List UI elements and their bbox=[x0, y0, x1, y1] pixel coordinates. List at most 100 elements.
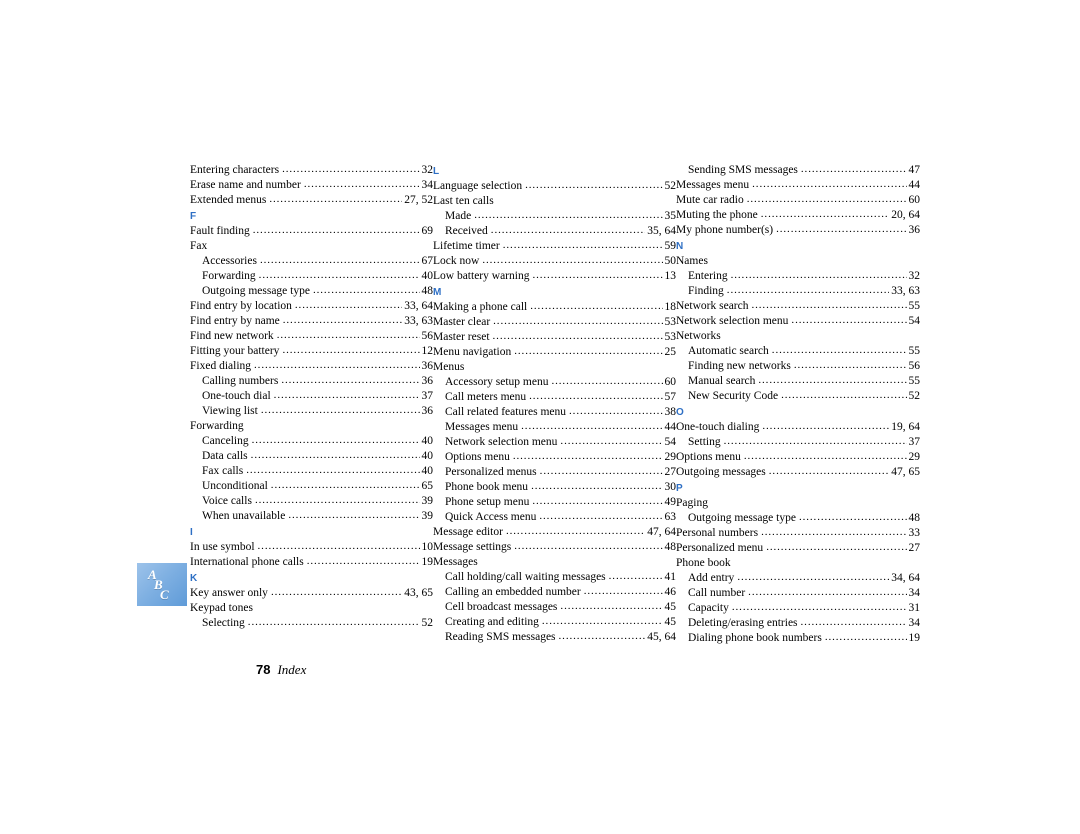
index-entry[interactable]: Call number.............................… bbox=[676, 586, 920, 601]
index-entry[interactable]: Menu navigation.........................… bbox=[433, 345, 676, 360]
index-entry[interactable]: Calling an embedded number..............… bbox=[433, 585, 676, 600]
index-entry[interactable]: Find entry by name......................… bbox=[190, 314, 433, 329]
index-entry[interactable]: Language selection......................… bbox=[433, 179, 676, 194]
index-entry[interactable]: Lifetime timer..........................… bbox=[433, 239, 676, 254]
index-entry[interactable]: Network selection menu..................… bbox=[676, 314, 920, 329]
index-entry-label: Call related features menu bbox=[445, 406, 567, 418]
index-group-label: Messages bbox=[433, 556, 478, 568]
index-entry-leader: ........................................… bbox=[723, 435, 907, 447]
index-entry-leader: ........................................… bbox=[551, 375, 662, 387]
index-entry[interactable]: Call related features menu..............… bbox=[433, 405, 676, 420]
index-entry[interactable]: Master reset............................… bbox=[433, 330, 676, 345]
index-entry[interactable]: Entering................................… bbox=[676, 269, 920, 284]
index-entry[interactable]: Forwarding..............................… bbox=[190, 269, 433, 284]
index-entry-page: 63 bbox=[664, 511, 677, 523]
index-entry[interactable]: One-touch dialing.......................… bbox=[676, 420, 920, 435]
index-entry[interactable]: Phone book menu.........................… bbox=[433, 480, 676, 495]
index-entry[interactable]: Low battery warning.....................… bbox=[433, 269, 676, 284]
index-entry-label: Cell broadcast messages bbox=[445, 601, 558, 613]
index-entry[interactable]: Fax calls...............................… bbox=[190, 464, 433, 479]
index-entry-leader: ........................................… bbox=[525, 179, 662, 191]
index-entry[interactable]: Fault finding...........................… bbox=[190, 224, 433, 239]
index-entry[interactable]: Message editor..........................… bbox=[433, 525, 676, 540]
index-entry[interactable]: Finding.................................… bbox=[676, 284, 920, 299]
page-footer: 78 Index bbox=[256, 662, 306, 678]
index-entry[interactable]: Accessory setup menu....................… bbox=[433, 375, 676, 390]
index-entry[interactable]: One-touch dial..........................… bbox=[190, 389, 433, 404]
index-entry[interactable]: Quick Access menu.......................… bbox=[433, 510, 676, 525]
index-entry-label: One-touch dial bbox=[202, 390, 271, 402]
index-entry[interactable]: Phone setup menu........................… bbox=[433, 495, 676, 510]
index-entry[interactable]: Automatic search........................… bbox=[676, 344, 920, 359]
index-entry[interactable]: Extended menus..........................… bbox=[190, 193, 433, 208]
index-entry[interactable]: Muting the phone........................… bbox=[676, 208, 920, 223]
index-entry[interactable]: Reading SMS messages....................… bbox=[433, 630, 676, 645]
index-entry[interactable]: Creating and editing....................… bbox=[433, 615, 676, 630]
index-entry-page: 54 bbox=[908, 315, 921, 327]
index-entry[interactable]: Capacity................................… bbox=[676, 601, 920, 616]
index-entry[interactable]: Sending SMS messages....................… bbox=[676, 163, 920, 178]
index-entry[interactable]: Voice calls.............................… bbox=[190, 494, 433, 509]
index-entry[interactable]: Personalized menu.......................… bbox=[676, 541, 920, 556]
index-entry[interactable]: Find entry by location..................… bbox=[190, 299, 433, 314]
index-entry[interactable]: Accessories.............................… bbox=[190, 254, 433, 269]
index-entry[interactable]: Options menu............................… bbox=[676, 450, 920, 465]
index-entry[interactable]: Messages menu...........................… bbox=[676, 178, 920, 193]
index-entry[interactable]: Key answer only.........................… bbox=[190, 586, 433, 601]
index-entry-label: One-touch dialing bbox=[676, 421, 760, 433]
index-entry[interactable]: When unavailable........................… bbox=[190, 509, 433, 524]
index-entry[interactable]: Master clear............................… bbox=[433, 315, 676, 330]
index-entry[interactable]: Deleting/erasing entries................… bbox=[676, 616, 920, 631]
index-entry-page: 32 bbox=[908, 270, 921, 282]
index-entry[interactable]: Find new network........................… bbox=[190, 329, 433, 344]
index-entry[interactable]: New Security Code.......................… bbox=[676, 389, 920, 404]
index-entry[interactable]: Selecting...............................… bbox=[190, 616, 433, 631]
page-number: 78 bbox=[256, 662, 271, 677]
index-entry-page: 46 bbox=[664, 586, 677, 598]
index-entry[interactable]: In use symbol...........................… bbox=[190, 540, 433, 555]
index-entry-label: Fax calls bbox=[202, 465, 244, 477]
index-letter-heading: L bbox=[433, 166, 440, 177]
index-entry[interactable]: Outgoing message type...................… bbox=[190, 284, 433, 299]
index-entry[interactable]: Canceling...............................… bbox=[190, 434, 433, 449]
index-entry[interactable]: Made....................................… bbox=[433, 209, 676, 224]
index-entry[interactable]: International phone calls...............… bbox=[190, 555, 433, 570]
index-entry[interactable]: Messages menu...........................… bbox=[433, 420, 676, 435]
index-entry[interactable]: Personalized menus......................… bbox=[433, 465, 676, 480]
index-entry-label: Setting bbox=[688, 436, 721, 448]
index-entry-leader: ........................................… bbox=[251, 434, 420, 446]
index-entry[interactable]: Viewing list............................… bbox=[190, 404, 433, 419]
index-entry[interactable]: Fitting your battery....................… bbox=[190, 344, 433, 359]
index-entry-leader: ........................................… bbox=[474, 209, 663, 221]
index-group-label: Last ten calls bbox=[433, 195, 494, 207]
index-entry[interactable]: My phone number(s)......................… bbox=[676, 223, 920, 238]
index-entry[interactable]: Outgoing messages.......................… bbox=[676, 465, 920, 480]
index-entry[interactable]: Message settings........................… bbox=[433, 540, 676, 555]
index-entry[interactable]: Options menu............................… bbox=[433, 450, 676, 465]
index-entry[interactable]: Erase name and number...................… bbox=[190, 178, 433, 193]
index-entry[interactable]: Call meters menu........................… bbox=[433, 390, 676, 405]
index-letter-heading: F bbox=[190, 211, 197, 222]
index-entry[interactable]: Network search..........................… bbox=[676, 299, 920, 314]
index-entry[interactable]: Personal numbers........................… bbox=[676, 526, 920, 541]
index-entry[interactable]: Manual search...........................… bbox=[676, 374, 920, 389]
index-entry[interactable]: Call holding/call waiting messages......… bbox=[433, 570, 676, 585]
index-entry[interactable]: Dialing phone book numbers..............… bbox=[676, 631, 920, 646]
index-entry[interactable]: Fixed dialing...........................… bbox=[190, 359, 433, 374]
index-entry[interactable]: Network selection menu..................… bbox=[433, 435, 676, 450]
index-entry[interactable]: Cell broadcast messages.................… bbox=[433, 600, 676, 615]
index-entry[interactable]: Mute car radio..........................… bbox=[676, 193, 920, 208]
index-entry[interactable]: Add entry...............................… bbox=[676, 571, 920, 586]
index-entry[interactable]: Received................................… bbox=[433, 224, 676, 239]
index-entry[interactable]: Finding new networks....................… bbox=[676, 359, 920, 374]
index-entry[interactable]: Making a phone call.....................… bbox=[433, 300, 676, 315]
index-entry[interactable]: Entering characters.....................… bbox=[190, 163, 433, 178]
index-entry[interactable]: Lock now................................… bbox=[433, 254, 676, 269]
index-entry[interactable]: Setting.................................… bbox=[676, 435, 920, 450]
index-entry-leader: ........................................… bbox=[281, 374, 419, 386]
index-entry[interactable]: Unconditional...........................… bbox=[190, 479, 433, 494]
index-entry[interactable]: Data calls..............................… bbox=[190, 449, 433, 464]
index-entry-label: Lock now bbox=[433, 255, 480, 267]
index-entry[interactable]: Calling numbers.........................… bbox=[190, 374, 433, 389]
index-entry[interactable]: Outgoing message type...................… bbox=[676, 511, 920, 526]
